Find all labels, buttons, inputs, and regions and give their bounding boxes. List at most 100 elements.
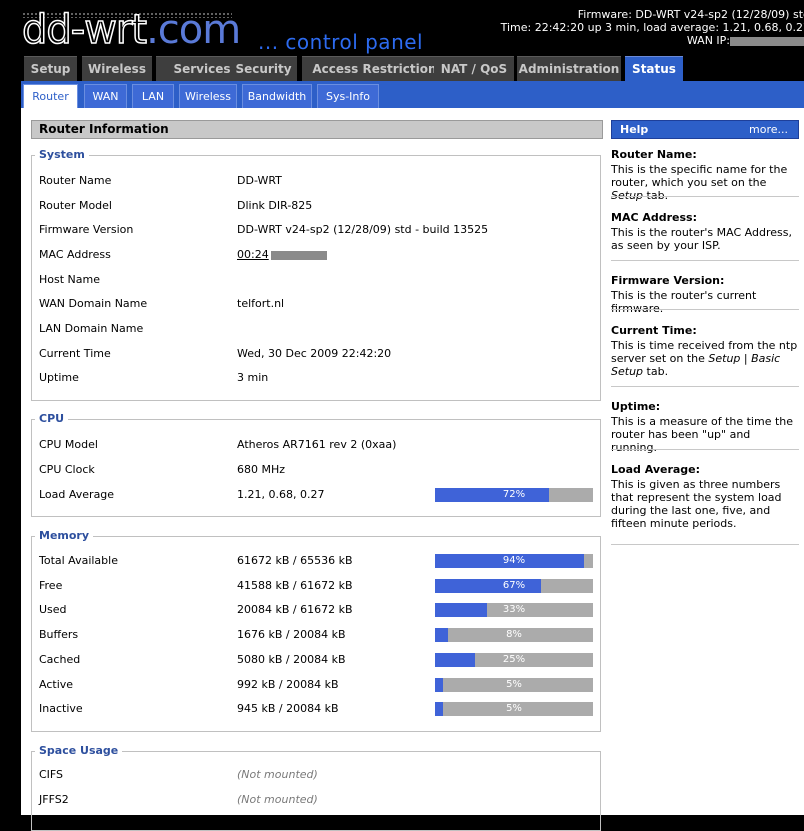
help-uptime: Uptime: This is a measure of the time the… [611, 400, 799, 454]
subtab-wan[interactable]: WAN [84, 84, 127, 108]
row-load-average: Load Average 1.21, 0.68, 0.27 72% [39, 488, 594, 502]
help-load-average: Load Average: This is given as three numb… [611, 463, 799, 530]
row-value: Atheros AR7161 rev 2 (0xaa) [237, 438, 397, 451]
firmware-info: Firmware: DD-WRT v24-sp2 (12/28/09) std [577, 8, 804, 21]
content-panel: Router Information System Router Name DD-… [21, 108, 804, 831]
logo-main: dd-wrt [21, 7, 148, 53]
row-label: MAC Address [39, 248, 111, 261]
tab-status[interactable]: Status [625, 56, 683, 81]
row-label: Load Average [39, 488, 115, 501]
memory-legend: Memory [35, 529, 94, 542]
row-jffs2: JFFS2 (Not mounted) [39, 793, 594, 807]
help-router-name: Router Name: This is the specific name fo… [611, 148, 799, 202]
tab-security[interactable]: Security [230, 56, 297, 81]
row-label: CPU Model [39, 438, 98, 451]
space-usage-section: Space Usage CIFS (Not mounted) JFFS2 (Not … [31, 744, 601, 831]
router-information: Router Information System Router Name DD-… [31, 120, 603, 831]
bar-percent: 5% [506, 703, 522, 714]
subtab-wireless[interactable]: Wireless [179, 84, 237, 108]
subtab-sys-info[interactable]: Sys-Info [317, 84, 379, 108]
row-value: 3 min [237, 371, 269, 384]
subtab-router[interactable]: Router [23, 84, 78, 108]
space-usage-legend: Space Usage [35, 744, 123, 757]
row-wan-domain: WAN Domain Name telfort.nl [39, 297, 594, 311]
system-section: System Router Name DD-WRT Router Model Dli… [31, 148, 601, 401]
row-label: Current Time [39, 347, 111, 360]
bar-percent: 5% [506, 679, 522, 690]
row-label: Used [39, 603, 67, 616]
tab-wireless[interactable]: Wireless [82, 56, 152, 81]
row-cifs: CIFS (Not mounted) [39, 768, 594, 782]
row-mac-address: MAC Address 00:24 [39, 248, 594, 262]
row-label: CPU Clock [39, 463, 95, 476]
bar-percent: 25% [502, 654, 526, 665]
help-entry-text: This is given as three numbers that repr… [611, 478, 782, 530]
help-header: Help more... [611, 120, 799, 139]
row-inactive: Inactive 945 kB / 20084 kB 5% [39, 702, 594, 716]
time-info: Time: 22:42:20 up 3 min, load average: 1… [500, 21, 804, 34]
row-used: Used 20084 kB / 61672 kB 33% [39, 603, 594, 617]
sub-tabs: Router WAN LAN Wireless Bandwidth Sys-In… [21, 81, 804, 108]
row-router-model: Router Model Dlink DIR-825 [39, 199, 594, 213]
bar-percent: 72% [502, 489, 526, 500]
wan-ip-label: WAN IP: [686, 34, 730, 47]
row-firmware-version: Firmware Version DD-WRT v24-sp2 (12/28/09… [39, 223, 594, 237]
memory-bar: 5% [435, 702, 593, 716]
help-divider [611, 196, 799, 197]
row-label: LAN Domain Name [39, 322, 144, 335]
row-value: telfort.nl [237, 297, 285, 310]
row-total-available: Total Available 61672 kB / 65536 kB 94% [39, 554, 594, 568]
subtab-lan[interactable]: LAN [132, 84, 174, 108]
tab-administration[interactable]: Administration [517, 56, 621, 81]
subtab-bandwidth[interactable]: Bandwidth [242, 84, 312, 108]
row-value: 20084 kB / 61672 kB [237, 603, 353, 616]
system-legend: System [35, 148, 89, 161]
cpu-legend: CPU [35, 412, 69, 425]
row-label: Uptime [39, 371, 79, 384]
mac-redacted [270, 250, 327, 260]
wan-ip-info: WAN IP: [501, 34, 804, 47]
row-label: Inactive [39, 702, 83, 715]
help-divider [611, 544, 799, 545]
row-value: 5080 kB / 20084 kB [237, 653, 346, 666]
row-label: WAN Domain Name [39, 297, 148, 310]
help-entry-text: This is time received from the ntp serve… [611, 339, 798, 378]
help-entry-title: Router Name: [611, 148, 697, 161]
tab-access-restrictions[interactable]: Access Restrictions [302, 56, 454, 81]
help-entry-title: Firmware Version: [611, 274, 725, 287]
help-divider [611, 260, 799, 261]
row-host-name: Host Name [39, 273, 594, 287]
row-value: 1676 kB / 20084 kB [237, 628, 346, 641]
row-value: DD-WRT v24-sp2 (12/28/09) std - build 13… [237, 223, 489, 236]
row-router-name: Router Name DD-WRT [39, 174, 594, 188]
row-label: Active [39, 678, 74, 691]
wan-ip-redacted [730, 36, 804, 46]
row-label: Buffers [39, 628, 79, 641]
row-label: Cached [39, 653, 81, 666]
row-value: 992 kB / 20084 kB [237, 678, 339, 691]
help-divider [611, 309, 799, 310]
help-entry-title: MAC Address: [611, 211, 698, 224]
help-entry-title: Current Time: [611, 324, 697, 337]
help-panel: Help more... Router Name: This is the spec… [611, 120, 799, 545]
row-label: Router Name [39, 174, 112, 187]
row-current-time: Current Time Wed, 30 Dec 2009 22:42:20 [39, 347, 594, 361]
mac-address-link[interactable]: 00:24 [237, 248, 269, 261]
tab-setup[interactable]: Setup [24, 56, 77, 81]
help-divider [611, 386, 799, 387]
header: dd-wrt.com ... control panel Firmware: D… [0, 0, 804, 56]
memory-bar: 5% [435, 678, 593, 692]
row-value: (Not mounted) [237, 768, 318, 781]
help-mac-address: MAC Address: This is the router's MAC Add… [611, 211, 799, 252]
row-cpu-clock: CPU Clock 680 MHz [39, 463, 594, 477]
cpu-section: CPU CPU Model Atheros AR7161 rev 2 (0xaa)… [31, 412, 601, 517]
row-label: CIFS [39, 768, 64, 781]
load-bar: 72% [435, 488, 593, 502]
bar-percent: 67% [502, 580, 526, 591]
memory-bar: 25% [435, 653, 593, 667]
row-free: Free 41588 kB / 61672 kB 67% [39, 579, 594, 593]
help-more-link[interactable]: more... [749, 121, 788, 138]
memory-bar: 33% [435, 603, 593, 617]
tab-nat-qos[interactable]: NAT / QoS [434, 56, 514, 81]
row-label: JFFS2 [39, 793, 69, 806]
